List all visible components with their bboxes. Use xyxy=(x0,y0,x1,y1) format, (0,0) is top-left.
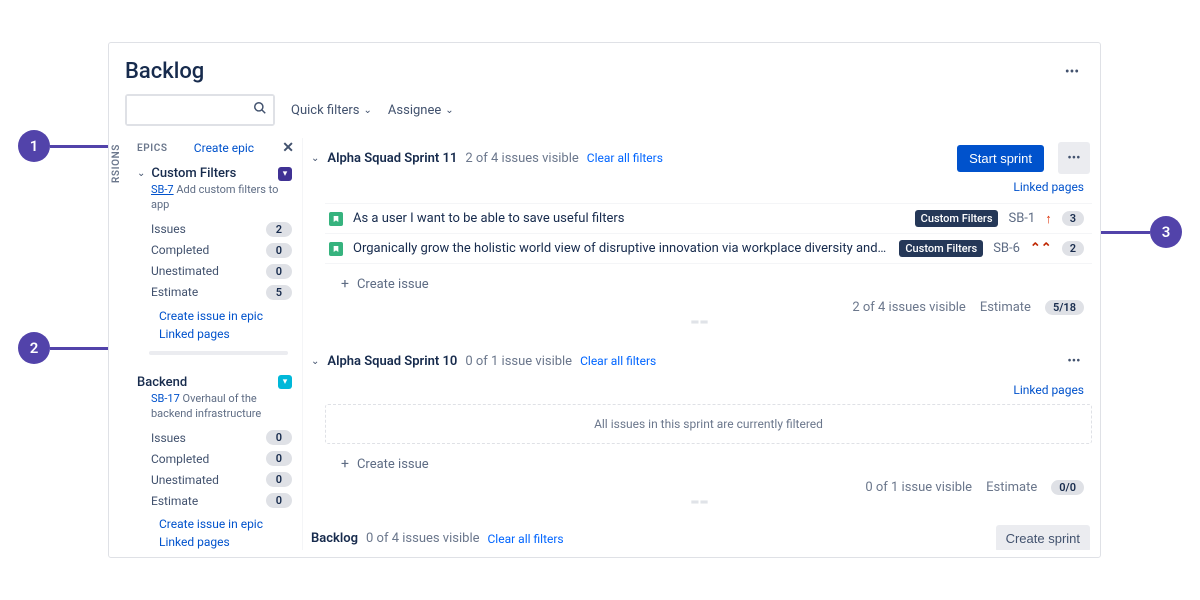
epic-subtitle: SB-7 Add custom filters to app xyxy=(137,181,292,219)
stat-pill: 0 xyxy=(266,472,292,487)
create-issue-button[interactable]: + Create issue xyxy=(309,268,1092,296)
estimate-total-pill: 5/18 xyxy=(1045,300,1084,315)
epic-key-link[interactable]: SB-7 xyxy=(151,183,174,196)
plus-icon: + xyxy=(341,276,349,292)
epic-key-link[interactable]: SB-17 xyxy=(151,392,180,405)
stat-pill: 5 xyxy=(266,285,292,300)
chevron-down-icon[interactable]: ⌄ xyxy=(311,153,319,164)
clear-filters-link[interactable]: Clear all filters xyxy=(587,151,663,165)
epics-header-label: EPICS xyxy=(137,143,168,154)
assignee-dropdown[interactable]: Assignee ⌄ xyxy=(388,103,454,118)
quick-filters-label: Quick filters xyxy=(291,103,360,118)
linked-pages-link[interactable]: Linked pages xyxy=(1013,180,1084,194)
epic-title-text: Backend xyxy=(137,375,187,390)
sprint-meta: 2 of 4 issues visible xyxy=(465,151,578,166)
epic-toggle[interactable]: Backend ▾ xyxy=(137,375,292,390)
create-sprint-button[interactable]: Create sprint xyxy=(996,525,1090,550)
sprint-name: Alpha Squad Sprint 11 xyxy=(327,151,457,166)
clear-filters-link[interactable]: Clear all filters xyxy=(488,532,564,546)
stat-pill: 0 xyxy=(266,451,292,466)
plus-icon: + xyxy=(341,456,349,472)
sprint-footer-meta: 2 of 4 issues visible xyxy=(852,300,965,315)
estimate-pill: 2 xyxy=(1062,241,1084,256)
stat-pill: 0 xyxy=(266,430,292,445)
priority-high-icon: ↑ xyxy=(1045,211,1052,227)
empty-sprint-message: All issues in this sprint are currently … xyxy=(325,404,1092,444)
annotation-1: 1 xyxy=(18,130,50,162)
stat-pill: 0 xyxy=(266,264,292,279)
epic-color-chip[interactable]: ▾ xyxy=(278,375,292,389)
sprint-section: ⌄ Alpha Squad Sprint 11 2 of 4 issues vi… xyxy=(309,138,1092,327)
chevron-down-icon: ⌄ xyxy=(137,168,145,179)
backlog-meta: 0 of 4 issues visible xyxy=(366,531,479,546)
chevron-down-icon: ⌄ xyxy=(445,105,453,116)
create-issue-in-epic-link[interactable]: Create issue in epic xyxy=(159,309,292,323)
priority-highest-icon: ⌃⌃ xyxy=(1030,241,1052,256)
estimate-pill: 3 xyxy=(1062,211,1084,226)
chevron-down-icon[interactable]: ⌄ xyxy=(311,356,319,367)
estimate-total-pill: 0/0 xyxy=(1051,480,1084,495)
story-icon xyxy=(329,242,343,256)
issue-key: SB-6 xyxy=(993,241,1020,256)
epic-title-text: Custom Filters xyxy=(151,166,236,181)
versions-label: RSIONS xyxy=(111,144,122,183)
backlog-name: Backlog xyxy=(311,531,358,546)
sprint-name: Alpha Squad Sprint 10 xyxy=(327,354,457,369)
page-more-button[interactable]: ••• xyxy=(1060,60,1084,84)
search-input-wrapper xyxy=(125,94,275,126)
chevron-down-icon: ⌄ xyxy=(364,105,372,116)
assignee-label: Assignee xyxy=(388,103,441,118)
epic-tag[interactable]: Custom Filters xyxy=(915,210,999,227)
drag-handle[interactable]: ══ xyxy=(309,497,1092,507)
epic-tag[interactable]: Custom Filters xyxy=(899,240,983,257)
create-issue-button[interactable]: + Create issue xyxy=(309,448,1092,476)
quick-filters-dropdown[interactable]: Quick filters ⌄ xyxy=(291,103,372,118)
sprint-section: ⌄ Alpha Squad Sprint 10 0 of 1 issue vis… xyxy=(309,341,1092,507)
sprint-more-button[interactable]: ••• xyxy=(1058,142,1090,174)
linked-pages-link[interactable]: Linked pages xyxy=(1013,383,1084,397)
estimate-label: Estimate xyxy=(986,480,1037,495)
annotation-2: 2 xyxy=(18,332,50,364)
epic-card: Backend ▾ SB-17 Overhaul of the backend … xyxy=(123,371,302,550)
epic-color-chip[interactable]: ▾ xyxy=(278,167,292,181)
sprint-footer-meta: 0 of 1 issue visible xyxy=(865,480,972,495)
backlog-section-header: Backlog 0 of 4 issues visible Clear all … xyxy=(309,521,1092,550)
page-title: Backlog xyxy=(125,59,204,84)
versions-rail[interactable]: RSIONS xyxy=(109,138,123,550)
stat-pill: 0 xyxy=(266,243,292,258)
stat-pill: 2 xyxy=(266,222,292,237)
sprint-more-button[interactable]: ••• xyxy=(1058,345,1090,377)
issue-row[interactable]: As a user I want to be able to save usef… xyxy=(325,203,1092,233)
linked-pages-link[interactable]: Linked pages xyxy=(159,535,292,549)
story-icon xyxy=(329,212,343,226)
issue-summary: Organically grow the holistic world view… xyxy=(353,241,889,256)
issue-summary: As a user I want to be able to save usef… xyxy=(353,211,905,226)
issue-row[interactable]: Organically grow the holistic world view… xyxy=(325,233,1092,264)
close-epics-icon[interactable]: ✕ xyxy=(280,140,296,156)
create-epic-link[interactable]: Create epic xyxy=(194,141,254,155)
main-column: ⌄ Alpha Squad Sprint 11 2 of 4 issues vi… xyxy=(303,138,1100,550)
issue-key: SB-1 xyxy=(1008,211,1035,226)
create-issue-in-epic-link[interactable]: Create issue in epic xyxy=(159,517,292,531)
epics-panel: EPICS Create epic ✕ ⌄ Custom Filters ▾ S… xyxy=(123,138,303,550)
estimate-label: Estimate xyxy=(980,300,1031,315)
epic-toggle[interactable]: ⌄ Custom Filters ▾ xyxy=(137,166,292,181)
sprint-meta: 0 of 1 issue visible xyxy=(465,354,572,369)
linked-pages-link[interactable]: Linked pages xyxy=(159,327,292,341)
annotation-3: 3 xyxy=(1150,216,1182,248)
search-input[interactable] xyxy=(127,96,273,124)
start-sprint-button[interactable]: Start sprint xyxy=(957,145,1044,172)
stat-pill: 0 xyxy=(266,493,292,508)
epic-card: ⌄ Custom Filters ▾ SB-7 Add custom filte… xyxy=(123,162,302,361)
app-frame: Backlog ••• Quick filters ⌄ Assignee ⌄ R… xyxy=(108,42,1101,558)
epic-progress-bar xyxy=(149,351,288,355)
drag-handle[interactable]: ══ xyxy=(309,317,1092,327)
epic-subtitle: SB-17 Overhaul of the backend infrastruc… xyxy=(137,390,292,428)
clear-filters-link[interactable]: Clear all filters xyxy=(580,354,656,368)
